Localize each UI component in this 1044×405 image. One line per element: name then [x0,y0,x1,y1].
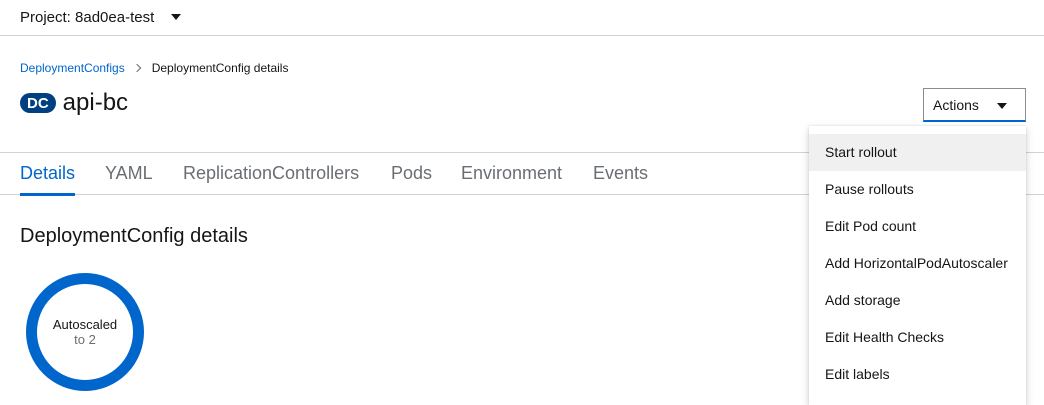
donut-label: Autoscaled [52,317,118,332]
menu-item-edit-labels[interactable]: Edit labels [809,356,1026,393]
tab-events[interactable]: Events [593,153,648,195]
tab-environment[interactable]: Environment [461,153,562,195]
breadcrumb-current: DeploymentConfig details [151,61,289,75]
menu-item-add-storage[interactable]: Add storage [809,282,1026,319]
pod-ring-chart: Autoscaled to 2 [26,273,144,391]
menu-item-edit-health-checks[interactable]: Edit Health Checks [809,319,1026,356]
breadcrumb: DeploymentConfigs DeploymentConfig detai… [20,61,288,75]
tab-pods[interactable]: Pods [391,153,432,195]
page-header: DC api-bc [20,89,128,117]
breadcrumb-link-deploymentconfigs[interactable]: DeploymentConfigs [20,61,125,75]
menu-item-pause-rollouts[interactable]: Pause rollouts [809,171,1026,208]
chevron-right-icon [132,63,141,73]
project-bar: Project: 8ad0ea-test [0,0,1044,36]
caret-down-icon [171,14,182,20]
project-selector[interactable]: Project: 8ad0ea-test [20,6,182,28]
menu-item-start-rollout[interactable]: Start rollout [809,134,1026,171]
project-label: Project: 8ad0ea-test [20,8,155,26]
menu-item-edit-pod-count[interactable]: Edit Pod count [809,208,1026,245]
section-heading: DeploymentConfig details [20,225,248,247]
caret-down-icon [997,103,1007,109]
tab-yaml[interactable]: YAML [105,153,153,195]
donut-sublabel: to 2 [74,332,96,347]
actions-label: Actions [933,96,979,113]
page-title: api-bc [62,89,129,116]
tab-replicationcontrollers[interactable]: ReplicationControllers [183,153,359,195]
actions-menu: Start rollout Pause rollouts Edit Pod co… [809,126,1026,405]
menu-item-add-hpa[interactable]: Add HorizontalPodAutoscaler [809,245,1026,282]
actions-dropdown-button[interactable]: Actions [923,88,1026,122]
resource-badge: DC [20,93,56,113]
tab-details[interactable]: Details [20,153,76,196]
